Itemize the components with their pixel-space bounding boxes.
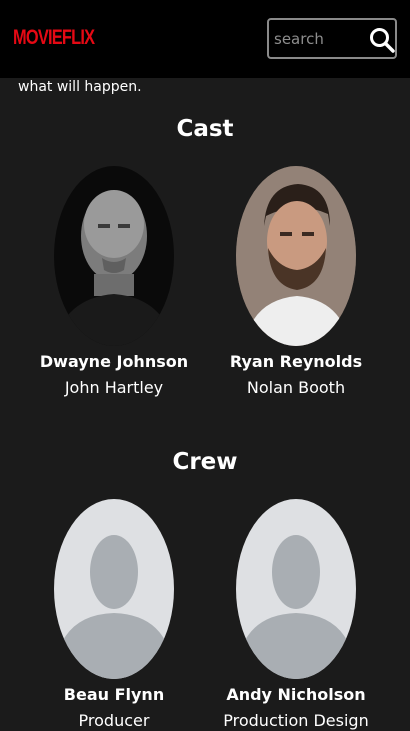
logo[interactable]: MOVIEFLIX xyxy=(13,26,95,50)
cast-card[interactable]: Dwayne Johnson John Hartley xyxy=(24,166,204,397)
crew-card[interactable]: Beau Flynn Producer xyxy=(24,499,204,730)
cast-character: Nolan Booth xyxy=(246,378,346,397)
crew-job: Producer xyxy=(78,711,150,730)
search-box[interactable] xyxy=(267,18,397,59)
crew-photo xyxy=(236,499,356,679)
crew-name: Andy Nicholson xyxy=(226,685,366,704)
avatar-placeholder-icon xyxy=(236,499,356,679)
cast-photo xyxy=(54,166,174,346)
crew-job: Production Design xyxy=(223,711,369,730)
cast-title: Cast xyxy=(176,116,234,142)
cast-name: Dwayne Johnson xyxy=(39,352,189,371)
search-input[interactable] xyxy=(274,27,364,51)
cast-name: Ryan Reynolds xyxy=(229,352,363,371)
person-photo-icon xyxy=(54,166,174,346)
crew-card[interactable]: Andy Nicholson Production Design xyxy=(206,499,386,730)
avatar-placeholder-icon xyxy=(54,499,174,679)
crew-title: Crew xyxy=(172,449,238,475)
person-photo-icon xyxy=(236,166,356,346)
cast-card[interactable]: Ryan Reynolds Nolan Booth xyxy=(206,166,386,397)
cast-photo xyxy=(236,166,356,346)
search-icon[interactable] xyxy=(369,27,395,53)
overview-text: what will happen. xyxy=(18,79,142,95)
crew-photo xyxy=(54,499,174,679)
crew-name: Beau Flynn xyxy=(63,685,165,704)
cast-character: John Hartley xyxy=(64,378,164,397)
top-bar: MOVIEFLIX xyxy=(0,0,410,78)
